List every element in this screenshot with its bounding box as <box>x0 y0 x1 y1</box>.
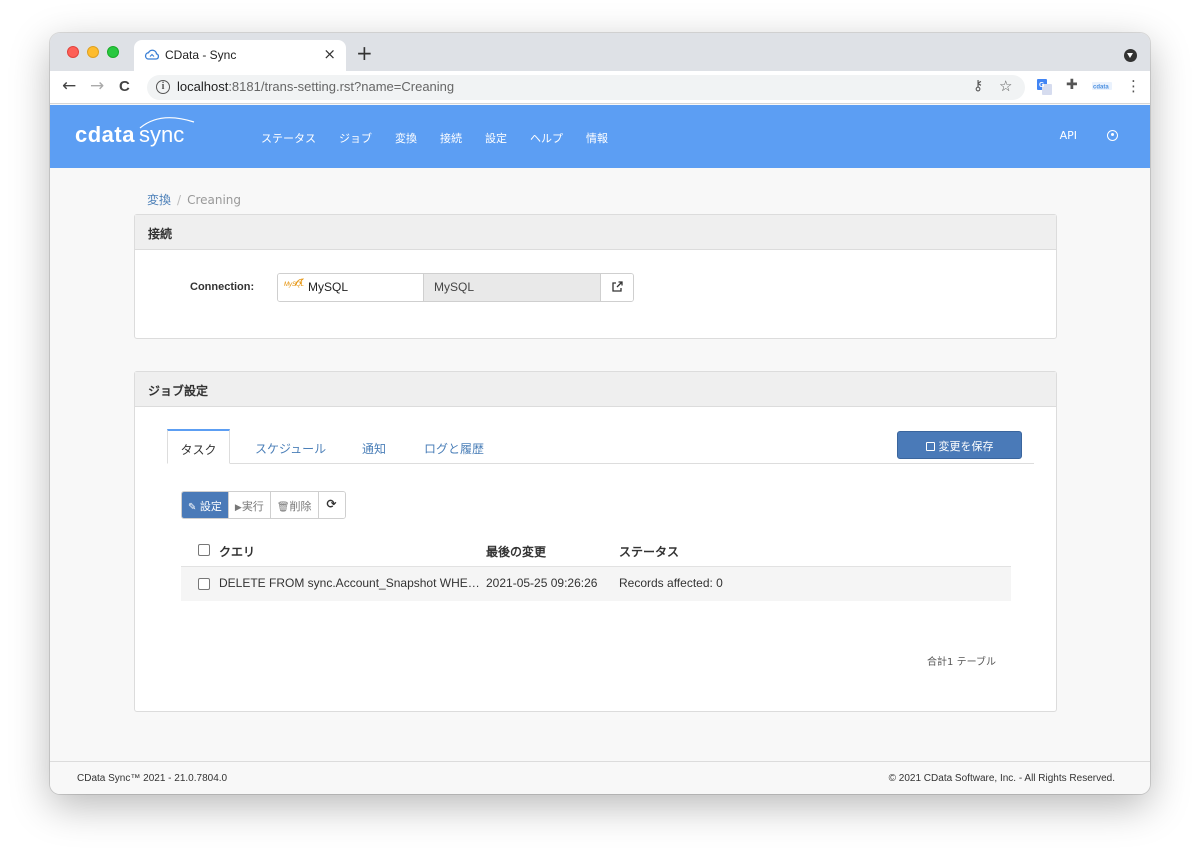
new-tab-icon[interactable]: + <box>356 41 373 65</box>
breadcrumb-parent-link[interactable]: 変換 <box>147 193 171 207</box>
browser-tab-title: CData - Sync <box>165 48 237 62</box>
refresh-icon: ⟳ <box>326 497 337 511</box>
nav-api[interactable]: API <box>1060 129 1077 142</box>
save-floppy-icon <box>925 442 935 451</box>
connection-select-value: MySQL <box>308 280 349 294</box>
extensions-puzzle-icon[interactable]: ✚ <box>1066 77 1078 93</box>
close-window-button[interactable] <box>67 46 79 58</box>
svg-text:cdata: cdata <box>1093 85 1109 91</box>
task-edit-label: 設定 <box>199 500 222 513</box>
column-header-status[interactable]: ステータス <box>619 543 679 560</box>
nav-status[interactable]: ステータス <box>261 130 316 146</box>
zoom-window-button[interactable] <box>107 46 119 58</box>
tab-schedule[interactable]: スケジュール <box>255 429 326 464</box>
task-run-label: 実行 <box>241 500 264 513</box>
row-last-modified: 2021-05-25 09:26:26 <box>486 576 598 590</box>
app-header: cdata sync ステータス ジョブ 変換 接続 設定 ヘルプ 情報 API <box>50 105 1150 168</box>
browser-tab[interactable]: CData - Sync × <box>134 40 346 71</box>
connection-type-value: MySQL <box>434 280 475 294</box>
bookmark-star-icon[interactable]: ☆ <box>999 77 1012 95</box>
site-info-icon[interactable]: i <box>156 80 170 94</box>
nav-help[interactable]: ヘルプ <box>530 130 563 146</box>
trash-icon: 🗑 <box>276 502 290 513</box>
cloud-sync-icon <box>144 49 160 60</box>
password-key-icon[interactable]: ⚷ <box>973 78 983 94</box>
external-link-icon <box>612 281 623 292</box>
row-query: DELETE FROM sync.Account_Snapshot WHE… <box>219 576 480 590</box>
task-run-button[interactable]: ▶実行 <box>228 492 271 518</box>
connection-label: Connection: <box>190 281 255 293</box>
breadcrumb: 変換 / Creaning <box>147 191 241 208</box>
tab-tasks[interactable]: タスク <box>167 429 230 464</box>
nav-settings[interactable]: 設定 <box>485 130 507 146</box>
select-all-checkbox[interactable] <box>198 544 210 556</box>
app-footer: CData Sync™ 2021 - 21.0.7804.0 © 2021 CD… <box>50 761 1150 794</box>
play-icon: ▶ <box>234 503 242 513</box>
back-icon[interactable]: ← <box>62 76 76 96</box>
translate-extension-icon[interactable]: G <box>1037 79 1052 95</box>
footer-version: CData Sync™ 2021 - 21.0.7804.0 <box>77 773 228 784</box>
tab-notifications[interactable]: 通知 <box>362 429 386 464</box>
minimize-window-button[interactable] <box>87 46 99 58</box>
column-header-last-modified[interactable]: 最後の変更 <box>486 543 546 560</box>
close-tab-icon[interactable]: × <box>323 45 336 63</box>
address-bar[interactable]: i localhost:8181/trans-setting.rst?name=… <box>147 75 1025 100</box>
connection-select[interactable]: MySQL MySQL <box>278 274 424 301</box>
browser-window: CData - Sync × + ← → C i localhost:8181/… <box>50 33 1150 794</box>
row-status: Records affected: 0 <box>619 576 723 590</box>
task-edit-button[interactable]: ✎ 設定 <box>182 492 229 518</box>
mysql-dolphin-icon <box>294 278 304 287</box>
save-changes-button[interactable]: 変更を保存 <box>897 431 1022 459</box>
save-changes-label: 変更を保存 <box>938 440 994 453</box>
nav-jobs[interactable]: ジョブ <box>339 130 372 146</box>
reload-icon[interactable]: C <box>119 78 130 95</box>
task-refresh-button[interactable]: ⟳ <box>318 492 345 518</box>
job-settings-panel: ジョブ設定 タスク スケジュール 通知 ログと履歴 変更を保存 ✎ 設定 ▶実行… <box>134 371 1057 712</box>
browser-toolbar: ← → C i localhost:8181/trans-setting.rst… <box>50 71 1150 104</box>
user-account-icon[interactable] <box>1107 130 1118 141</box>
connection-type-field: MySQL <box>424 274 601 301</box>
forward-icon[interactable]: → <box>90 76 104 96</box>
task-delete-label: 削除 <box>289 500 312 513</box>
task-toolbar: ✎ 設定 ▶実行 🗑削除 ⟳ <box>181 491 346 519</box>
footer-copyright: © 2021 CData Software, Inc. - All Rights… <box>888 773 1115 784</box>
job-panel-title: ジョブ設定 <box>135 372 1056 407</box>
logo-cdata-text: cdata <box>75 122 135 147</box>
breadcrumb-separator: / <box>177 193 182 207</box>
address-url: localhost:8181/trans-setting.rst?name=Cr… <box>177 79 454 94</box>
connection-panel-title: 接続 <box>135 215 1056 250</box>
task-table-header: クエリ 最後の変更 ステータス <box>181 533 1011 567</box>
nav-info[interactable]: 情報 <box>586 130 608 146</box>
cdata-extension-icon[interactable]: cdata <box>1092 82 1112 90</box>
table-total-count: 合計1 テーブル <box>927 657 996 668</box>
row-checkbox[interactable] <box>198 578 210 590</box>
column-header-query[interactable]: クエリ <box>219 543 255 560</box>
profile-menu-icon[interactable] <box>1124 49 1137 62</box>
url-host: localhost <box>177 79 229 94</box>
nav-transformations[interactable]: 変換 <box>395 130 417 146</box>
svg-text:G: G <box>1039 82 1045 89</box>
connection-input-group: MySQL MySQL MySQL <box>277 273 634 302</box>
edit-icon: ✎ <box>188 502 197 513</box>
browser-tab-strip: CData - Sync × + <box>50 33 1150 71</box>
task-table: クエリ 最後の変更 ステータス DELETE FROM sync.Account… <box>181 533 1011 601</box>
table-row[interactable]: DELETE FROM sync.Account_Snapshot WHE… 2… <box>181 567 1011 601</box>
header-right: API <box>1060 129 1118 142</box>
browser-menu-icon[interactable]: ⋮ <box>1126 77 1141 95</box>
breadcrumb-current: Creaning <box>187 193 242 207</box>
main-nav: ステータス ジョブ 変換 接続 設定 ヘルプ 情報 <box>261 130 631 146</box>
logo-arc-icon <box>139 117 195 129</box>
connection-panel: 接続 Connection: MySQL MySQL MySQL <box>134 214 1057 339</box>
tab-logs-history[interactable]: ログと履歴 <box>424 429 484 464</box>
task-delete-button[interactable]: 🗑削除 <box>270 492 319 518</box>
open-connection-button[interactable] <box>601 274 633 301</box>
url-path: :8181/trans-setting.rst?name=Creaning <box>228 79 455 94</box>
nav-connections[interactable]: 接続 <box>440 130 462 146</box>
